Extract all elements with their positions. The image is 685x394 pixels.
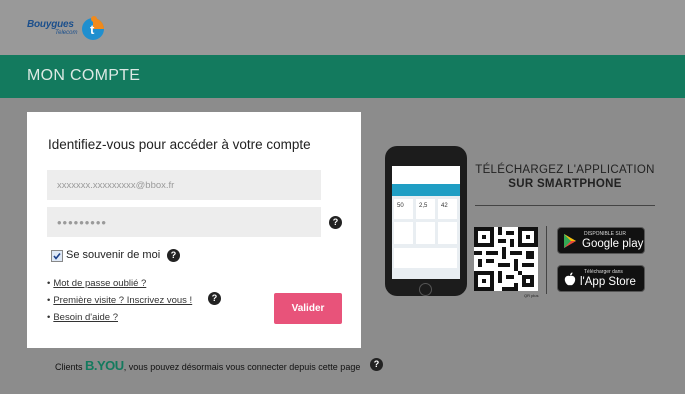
qr-code-icon — [474, 227, 538, 291]
first-visit-link[interactable]: • Première visite ? Inscrivez vous ! — [47, 295, 192, 306]
password-field[interactable] — [47, 207, 321, 237]
play-small-text: DISPONIBLE SUR — [584, 231, 626, 237]
phone-tile: 42 — [438, 199, 457, 219]
phone-tile — [394, 248, 457, 268]
phone-tile — [438, 222, 457, 244]
apple-small-text: Télécharger dans — [584, 269, 623, 275]
remember-checkbox[interactable] — [51, 250, 63, 262]
password-help-icon[interactable]: ? — [329, 216, 342, 229]
help-label[interactable]: Besoin d'aide ? — [53, 312, 118, 323]
help-link[interactable]: • Besoin d'aide ? — [47, 312, 118, 323]
qr-caption: QR plus — [524, 293, 539, 298]
svg-text:t: t — [90, 22, 95, 37]
apple-big-text: l'App Store — [580, 276, 636, 288]
play-big-text: Google play — [582, 238, 644, 250]
phone-screen: 50 2,5 42 — [392, 166, 460, 279]
byou-suffix: , vous pouvez désormais vous connecter d… — [123, 362, 361, 372]
bouygues-logo[interactable]: Bouygues Telecom t — [27, 12, 104, 46]
byou-notice: Clients B.YOU, vous pouvez désormais vou… — [55, 358, 360, 373]
login-card: Identifiez-vous pour accéder à votre com… — [27, 112, 361, 348]
forgot-password-label[interactable]: Mot de passe oublié ? — [53, 278, 146, 289]
phone-home-button — [419, 283, 432, 296]
phone-tile — [416, 222, 435, 244]
phone-tile-value: 2,5 — [419, 203, 428, 209]
account-header: MON COMPTE — [0, 55, 685, 98]
remember-label: Se souvenir de moi — [66, 249, 161, 261]
first-visit-label[interactable]: Première visite ? Inscrivez vous ! — [53, 295, 192, 306]
email-field[interactable] — [47, 170, 321, 200]
phone-tile-value: 50 — [397, 203, 404, 209]
byou-logo: B.YOU — [85, 358, 124, 373]
logo-mark-icon: t — [82, 16, 104, 40]
page: Bouygues Telecom t MON COMPTE Identifiez… — [0, 0, 685, 394]
phone-tile — [394, 222, 413, 244]
phone-screen-header — [392, 166, 460, 184]
signup-help-icon[interactable]: ? — [208, 292, 221, 305]
divider — [475, 205, 655, 206]
checkmark-icon — [53, 253, 61, 260]
remember-help-icon[interactable]: ? — [167, 249, 180, 262]
page-title: MON COMPTE — [27, 67, 141, 84]
google-play-badge[interactable]: DISPONIBLE SUR Google play — [557, 227, 645, 254]
bullet: • — [47, 312, 51, 323]
play-icon — [564, 234, 576, 248]
divider — [546, 226, 547, 294]
login-heading: Identifiez-vous pour accéder à votre com… — [48, 137, 311, 152]
byou-prefix: Clients — [55, 362, 86, 372]
bullet: • — [47, 295, 51, 306]
download-subtitle: SUR SMARTPHONE — [508, 178, 622, 190]
qr-code[interactable] — [474, 227, 538, 291]
logo-text: Bouygues — [27, 19, 74, 30]
download-title: TÉLÉCHARGEZ L'APPLICATION — [475, 164, 655, 176]
logo-subtext: Telecom — [55, 30, 78, 36]
smartphone-image: 50 2,5 42 — [385, 146, 467, 296]
phone-screen-bar — [392, 184, 460, 196]
submit-button[interactable]: Valider — [274, 293, 342, 324]
forgot-password-link[interactable]: • Mot de passe oublié ? — [47, 278, 146, 289]
byou-help-icon[interactable]: ? — [370, 358, 383, 371]
phone-tile: 2,5 — [416, 199, 435, 219]
apple-icon — [564, 272, 576, 286]
bullet: • — [47, 278, 51, 289]
phone-tile-value: 42 — [441, 203, 448, 209]
top-bar: Bouygues Telecom t — [0, 0, 685, 55]
app-store-badge[interactable]: Télécharger dans l'App Store — [557, 265, 645, 292]
phone-tile: 50 — [394, 199, 413, 219]
